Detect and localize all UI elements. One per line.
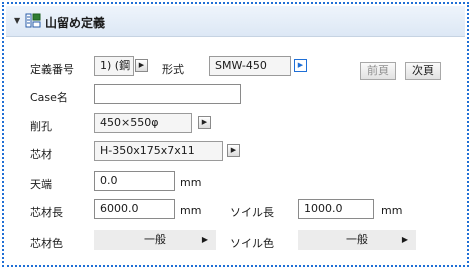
definition-number-label: 定義番号 (30, 63, 74, 76)
top-end-label: 天端 (30, 178, 52, 191)
case-name-label: Case名 (30, 91, 68, 104)
core-material-field[interactable]: H-350x175x7x11 (94, 141, 223, 161)
core-length-label: 芯材長 (30, 206, 63, 219)
soil-length-input[interactable]: 1000.0 (298, 199, 374, 219)
format-select-button[interactable]: ▶ (294, 59, 307, 72)
top-end-input[interactable]: 0.0 (94, 171, 175, 191)
panel-title: 山留め定義 (45, 16, 106, 30)
case-name-input[interactable] (94, 84, 241, 104)
panel-header[interactable]: ▼ 山留め定義 (6, 6, 465, 37)
format-field[interactable]: SMW-450 (209, 56, 291, 76)
format-label: 形式 (162, 63, 184, 76)
wall-definition-panel: ▼ 山留め定義 定義番号 1) (鋼 ▶ 形式 SMW-450 ▶ 前頁 次頁 … (2, 2, 469, 267)
soil-color-dropdown[interactable]: 一般 ▶ (298, 230, 416, 250)
top-end-unit: mm (180, 176, 202, 189)
core-length-unit: mm (180, 204, 202, 217)
retaining-wall-icon (25, 13, 41, 28)
core-color-dropdown[interactable]: 一般 ▶ (94, 230, 216, 250)
hole-select-button[interactable]: ▶ (198, 116, 211, 129)
core-color-value: 一般 (144, 233, 166, 246)
definition-number-field[interactable]: 1) (鋼 (94, 56, 134, 76)
chevron-right-icon: ▶ (401, 235, 408, 244)
definition-number-select-button[interactable]: ▶ (135, 59, 148, 72)
core-length-input[interactable]: 6000.0 (94, 199, 175, 219)
soil-length-unit: mm (381, 204, 403, 217)
chevron-right-icon: ▶ (201, 235, 208, 244)
hole-field[interactable]: 450×550φ (94, 113, 192, 133)
soil-length-label: ソイル長 (230, 206, 274, 219)
core-material-select-button[interactable]: ▶ (227, 144, 240, 157)
soil-color-label: ソイル色 (230, 237, 274, 250)
next-page-button[interactable]: 次頁 (405, 62, 441, 80)
core-material-label: 芯材 (30, 148, 52, 161)
core-color-label: 芯材色 (30, 237, 63, 250)
soil-color-value: 一般 (346, 233, 368, 246)
prev-page-button[interactable]: 前頁 (360, 62, 396, 80)
collapse-arrow-icon[interactable]: ▼ (14, 16, 20, 25)
hole-label: 削孔 (30, 120, 52, 133)
